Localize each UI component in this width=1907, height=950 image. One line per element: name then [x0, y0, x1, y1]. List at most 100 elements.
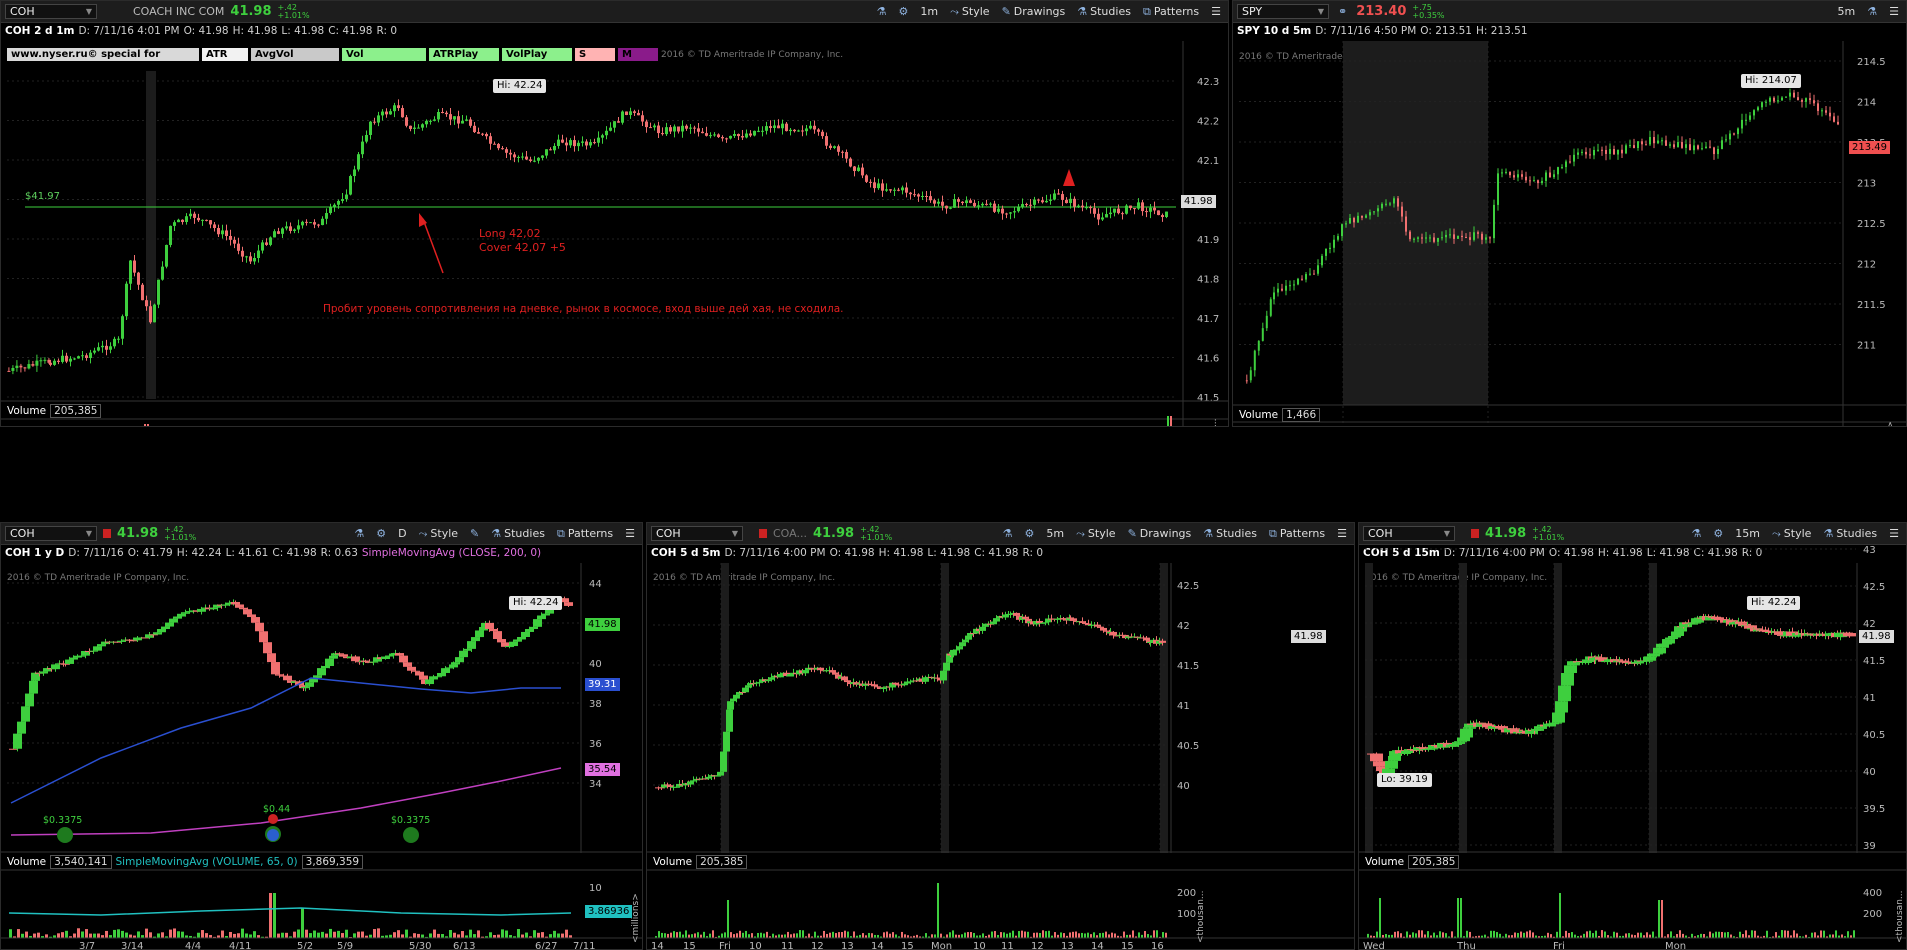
candle-body — [1452, 742, 1465, 744]
candle-body — [1531, 728, 1544, 731]
candle-body — [77, 356, 80, 359]
dividend-icon — [403, 827, 419, 843]
candle-body — [421, 124, 424, 128]
volume-bar — [201, 930, 204, 938]
candle-body — [533, 619, 542, 627]
candle-body — [1021, 204, 1024, 208]
candle-body — [475, 630, 484, 638]
volume-bar — [1718, 931, 1720, 938]
candle-body — [1585, 151, 1587, 155]
volume-bar — [1601, 930, 1603, 938]
volume-bar — [1493, 930, 1495, 938]
candle-body — [301, 686, 310, 689]
volume-bar — [137, 931, 140, 938]
volume-bar — [766, 931, 768, 938]
volume-bar — [1775, 932, 1777, 938]
candle-body — [943, 662, 950, 671]
volume-bar — [473, 934, 476, 938]
candle-body — [1753, 110, 1755, 116]
candle-body — [85, 355, 88, 358]
candle-body — [1485, 237, 1487, 240]
candle-body — [687, 781, 694, 785]
volume-bar — [1592, 933, 1594, 938]
candle-body — [749, 133, 752, 136]
candle-body — [1809, 98, 1811, 101]
volume-bar — [1081, 932, 1083, 938]
volume-bar — [21, 933, 24, 938]
candle-body — [877, 183, 880, 189]
candle-body — [201, 219, 204, 221]
main-price-chart[interactable]: 42.342.242.14241.941.841.741.641.5200100… — [1, 1, 1229, 427]
candle-body — [245, 256, 248, 258]
volume-bar — [772, 933, 774, 938]
candle-body — [1553, 174, 1555, 178]
volume-bar — [417, 933, 420, 938]
fifteen-price-chart[interactable]: 43 42.5 42 41.5 41 40.5 40 39.5 39 400 200 Wed Thu Fr… — [1359, 523, 1907, 950]
candle-body — [989, 203, 992, 205]
annotation-note: Пробит уровень сопротивления на дневке, … — [323, 303, 844, 315]
candle-body — [1037, 199, 1040, 201]
candle-body — [1153, 207, 1156, 211]
candle-body — [1409, 231, 1411, 240]
candle-body — [517, 636, 526, 640]
volume-bar — [325, 933, 328, 938]
candle-body — [1677, 142, 1679, 148]
spy-last-price-tag: 213.49 — [1849, 141, 1890, 154]
candle-body — [1333, 239, 1335, 248]
volume-bar — [1559, 893, 1561, 938]
candle-body — [117, 640, 126, 642]
five-price-axis-label: 42.5 — [1177, 581, 1199, 592]
volume-bar — [1123, 931, 1125, 938]
dividend-label-2: $0.44 — [263, 804, 291, 815]
spy-price-chart[interactable]: 214.5214213.5213212.5212211.521152.5Mon<… — [1233, 1, 1907, 427]
daily-vol-study-value: 3,869,359 — [301, 855, 364, 869]
volume-bar — [934, 934, 936, 938]
fifteen-price-axis-label: 41.5 — [1863, 656, 1885, 667]
candle-body — [959, 642, 966, 647]
volume-bar — [1532, 932, 1534, 938]
candle-body — [1121, 213, 1124, 215]
five-price-chart[interactable]: 42.5 42 41.5 41 40.5 40 200 100 14 15 Fri 10 11 12 13 1… — [647, 523, 1355, 950]
candle-body — [169, 225, 172, 245]
volume-bar — [1343, 426, 1345, 427]
candle-body — [1521, 174, 1523, 177]
fifteen-last-price-tag: 41.98 — [1859, 630, 1894, 643]
spy-price-axis-label: 211 — [1857, 341, 1876, 352]
candle-body — [705, 133, 708, 136]
spy-price-axis-label: 214.5 — [1857, 57, 1886, 68]
volume-bar — [1376, 931, 1378, 938]
candle-body — [1277, 288, 1279, 293]
volume-bar — [1658, 900, 1660, 938]
volume-bar — [1018, 931, 1020, 938]
candle-body — [1329, 247, 1331, 249]
candle-body — [289, 226, 292, 231]
volume-bar — [1589, 930, 1591, 938]
volume-bar — [973, 932, 975, 938]
volume-bar — [1138, 932, 1140, 938]
volume-bar — [697, 932, 699, 938]
volume-bar — [377, 928, 380, 938]
candle-body — [1137, 202, 1140, 209]
session-shade — [146, 71, 156, 399]
volume-bar — [895, 934, 897, 938]
candle-body — [65, 355, 68, 362]
daily-price-chart[interactable]: 4442403836341053/73/144/44/115/25/95/306… — [1, 523, 643, 950]
candle-body — [409, 125, 412, 129]
fifteen-time-axis-label: Wed — [1363, 941, 1385, 950]
price-axis-label: 41.8 — [1197, 275, 1219, 286]
annotation-arrowhead — [1063, 169, 1075, 186]
volume-bar — [658, 931, 660, 938]
candle-body — [907, 681, 914, 683]
volume-bar — [1721, 931, 1723, 938]
volume-bar — [901, 931, 903, 938]
candle-body — [165, 622, 174, 627]
candle-body — [105, 345, 108, 350]
candle-body — [1717, 148, 1719, 155]
candle-body — [185, 216, 188, 222]
volume-bar — [1033, 932, 1035, 938]
candle-body — [1749, 115, 1751, 120]
candle-body — [777, 673, 784, 678]
volume-bar — [245, 933, 248, 938]
volume-bar — [763, 933, 765, 938]
candle-body — [874, 686, 881, 688]
